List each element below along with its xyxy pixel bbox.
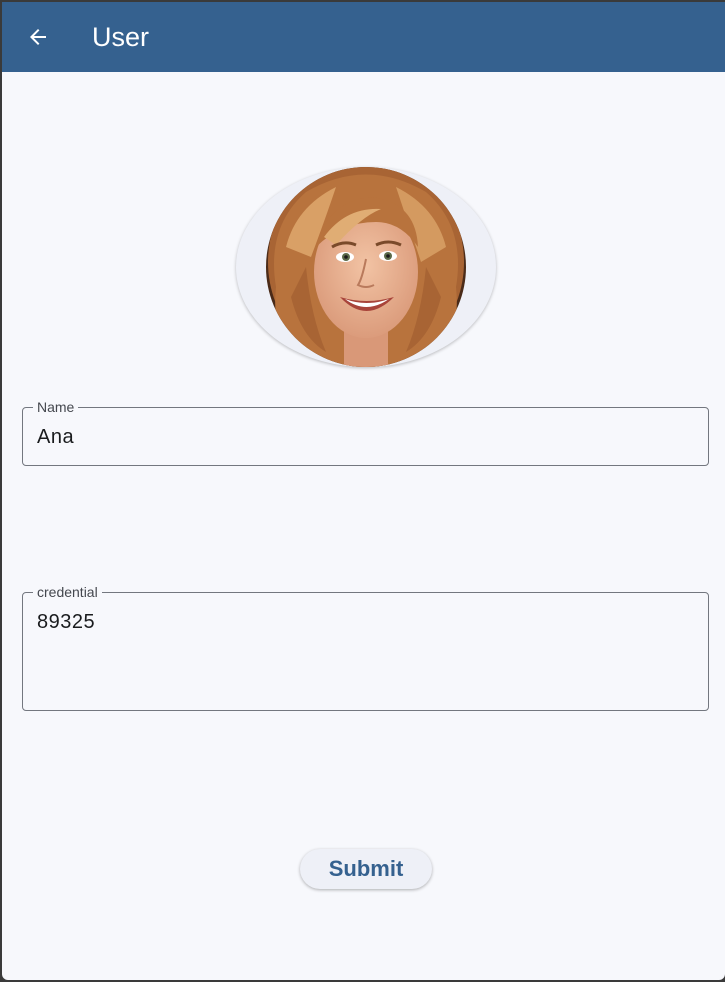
credential-field-value: 89325	[37, 611, 96, 633]
page-title: User	[92, 22, 150, 52]
credential-field-label: credential	[33, 584, 102, 600]
back-button[interactable]	[20, 19, 56, 55]
avatar	[266, 167, 466, 367]
app-window: User Name Ana credential 89325 Submit	[2, 2, 725, 980]
arrow-left-icon	[30, 29, 46, 45]
avatar-button[interactable]	[236, 167, 496, 367]
app-bar: User	[2, 2, 725, 72]
profile-photo-icon	[266, 167, 466, 367]
credential-field[interactable]: credential 89325	[22, 584, 709, 711]
name-field-value: Ana	[37, 426, 75, 448]
name-field-label: Name	[33, 399, 79, 415]
submit-button[interactable]: Submit	[300, 849, 432, 889]
name-field[interactable]: Name Ana	[22, 399, 709, 466]
